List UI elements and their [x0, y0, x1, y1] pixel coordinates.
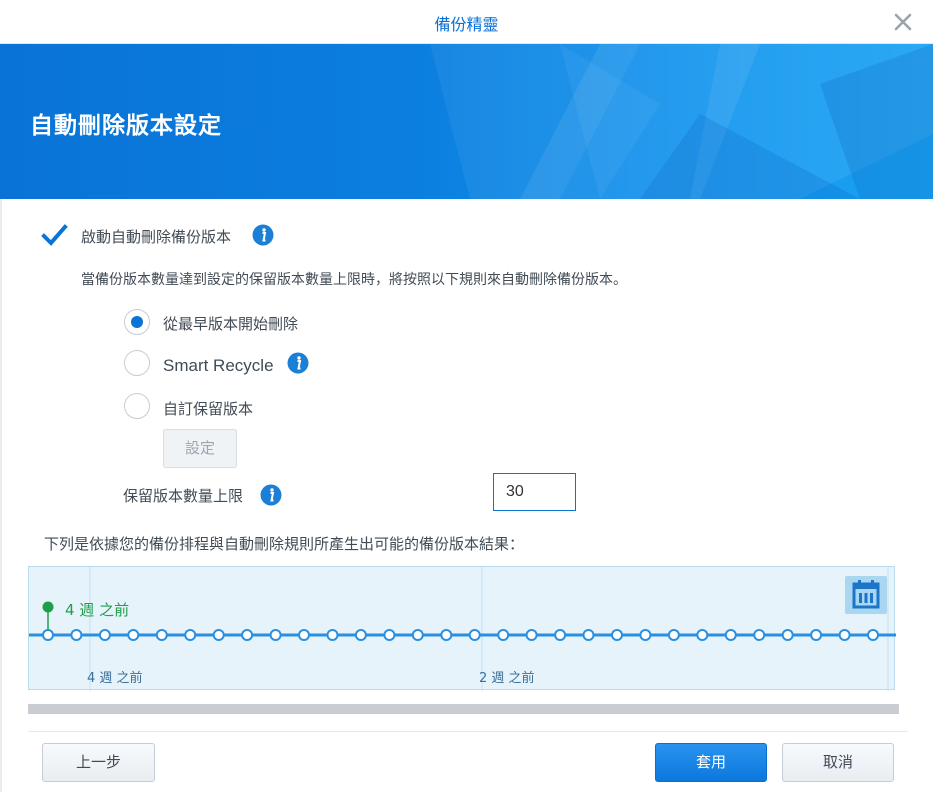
enable-auto-delete-label: 啟動自動刪除備份版本 — [81, 228, 232, 246]
version-point[interactable] — [525, 629, 538, 641]
checkmark-icon — [41, 224, 68, 246]
results-description: 下列是依據您的備份排程與自動刪除規則所產生出可能的備份版本結果： — [44, 535, 525, 553]
timeline-scrollbar[interactable] — [28, 704, 899, 714]
auto-delete-description: 當備份版本數量達到設定的保留版本數量上限時，將按照以下規則來自動刪除備份版本。 — [81, 272, 627, 288]
version-point[interactable] — [354, 629, 367, 641]
retention-limit-input[interactable] — [493, 473, 576, 511]
radio-custom-retention[interactable] — [124, 393, 150, 419]
version-point[interactable] — [867, 629, 879, 641]
retention-limit-label: 保留版本數量上限 — [123, 487, 244, 505]
version-point[interactable] — [554, 629, 567, 641]
version-point[interactable] — [611, 629, 623, 641]
version-point[interactable] — [212, 629, 225, 641]
version-point[interactable] — [440, 629, 453, 641]
info-icon[interactable] — [252, 224, 274, 246]
info-icon[interactable] — [287, 352, 309, 374]
current-marker-label: 4 週 之前 — [65, 601, 130, 619]
calendar-button[interactable] — [845, 576, 887, 614]
back-button[interactable]: 上一步 — [42, 743, 155, 782]
axis-label-2-weeks: 2 週 之前 — [479, 671, 535, 686]
custom-settings-button[interactable]: 設定 — [163, 429, 237, 468]
version-point[interactable] — [667, 629, 680, 641]
window-title: 備份精靈 — [434, 15, 499, 34]
version-point[interactable] — [724, 629, 737, 641]
header-banner: 自動刪除版本設定 — [0, 44, 933, 199]
version-point[interactable] — [639, 629, 652, 641]
version-point[interactable] — [127, 629, 140, 641]
radio-oldest-first[interactable] — [124, 309, 150, 335]
enable-auto-delete-checkbox[interactable] — [40, 222, 68, 250]
version-point[interactable] — [582, 629, 595, 641]
version-point[interactable] — [753, 629, 766, 641]
version-point[interactable] — [411, 629, 424, 641]
version-point[interactable] — [838, 629, 851, 641]
radio-oldest-first-label: 從最早版本開始刪除 — [163, 315, 299, 333]
version-point[interactable] — [42, 629, 54, 641]
radio-smart-recycle-label: Smart Recycle — [163, 356, 274, 375]
current-marker — [42, 601, 54, 613]
radio-custom-retention-label: 自訂保留版本 — [163, 400, 254, 418]
version-point[interactable] — [326, 629, 339, 641]
version-point[interactable] — [810, 629, 823, 641]
title-bar: 備份精靈 — [0, 0, 933, 44]
axis-label-4-weeks: 4 週 之前 — [87, 671, 143, 686]
version-timeline[interactable]: 4 週 之前 4 週 之前 2 週 之前 — [28, 566, 896, 691]
page-heading: 自動刪除版本設定 — [30, 113, 222, 139]
version-point[interactable] — [70, 629, 83, 641]
radio-selected-dot — [131, 316, 143, 328]
version-point[interactable] — [468, 629, 481, 641]
version-point[interactable] — [383, 629, 396, 641]
cancel-button[interactable]: 取消 — [782, 743, 894, 782]
version-point[interactable] — [241, 629, 254, 641]
apply-button[interactable]: 套用 — [655, 743, 767, 782]
calendar-icon — [852, 580, 880, 609]
radio-smart-recycle[interactable] — [124, 350, 150, 376]
version-point[interactable] — [696, 629, 709, 641]
version-point[interactable] — [781, 629, 794, 641]
timeline-graphic — [29, 567, 896, 691]
version-point[interactable] — [155, 629, 168, 641]
version-point[interactable] — [298, 629, 310, 641]
close-icon[interactable] — [891, 10, 915, 34]
version-point[interactable] — [184, 629, 197, 641]
version-point[interactable] — [98, 629, 111, 641]
version-point[interactable] — [269, 629, 282, 641]
version-point[interactable] — [497, 629, 510, 641]
info-icon[interactable] — [260, 484, 282, 506]
footer-divider — [28, 731, 908, 732]
